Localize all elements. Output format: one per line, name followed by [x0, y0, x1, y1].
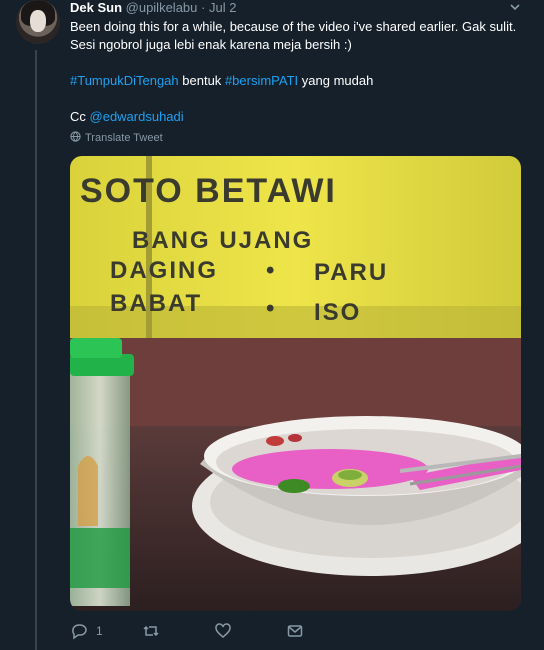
hashtag-bersimpati[interactable]: #bersimPATI [225, 73, 298, 88]
tweet-line-2: Sesi ngobrol juga lebi enak karena meja … [70, 37, 352, 52]
sign-bang-ujang: BANG UJANG [132, 227, 313, 254]
cc-prefix: Cc [70, 109, 86, 124]
photo-illustration: SOTO BETAWI BANG UJANG DAGING • PARU BAB… [70, 156, 521, 611]
mention-edwardsuhadi[interactable]: @edwardsuhadi [90, 109, 184, 124]
sign-soto-betawi: SOTO BETAWI [80, 172, 337, 210]
author-name[interactable]: Dek Sun [70, 0, 122, 15]
heart-icon [214, 622, 232, 640]
tweet-cc-line: Cc @edwardsuhadi [70, 108, 530, 126]
tweet-line-1: Been doing this for a while, because of … [70, 19, 517, 34]
retweet-icon [142, 622, 160, 640]
sign-dot-1: • [266, 257, 276, 284]
meta-separator: · [201, 0, 206, 15]
sign-dot-2: • [266, 295, 276, 322]
author-handle[interactable]: @upilkelabu [126, 0, 198, 15]
hashtag-tumpukditengah[interactable]: #TumpukDiTengah [70, 73, 179, 88]
sign-iso: ISO [314, 299, 361, 326]
retweet-button[interactable] [142, 622, 168, 640]
tweet-hashtag-line: #TumpukDiTengah bentuk #bersimPATI yang … [70, 72, 530, 90]
tweet-photo[interactable]: SOTO BETAWI BANG UJANG DAGING • PARU BAB… [70, 156, 521, 611]
sign-paru: PARU [314, 259, 388, 286]
globe-icon [70, 131, 81, 145]
tweet-header: Dek Sun @upilkelabu · Jul 2 [70, 0, 236, 16]
tweet-date[interactable]: Jul 2 [209, 0, 236, 15]
reply-count: 1 [96, 624, 103, 638]
translate-tweet-link[interactable]: Translate Tweet [70, 131, 163, 145]
thread-line [35, 50, 37, 650]
translate-label: Translate Tweet [85, 132, 163, 144]
word-yang-mudah: yang mudah [301, 73, 374, 88]
reply-icon [70, 622, 88, 640]
tweet-text: Been doing this for a while, because of … [70, 18, 530, 126]
jar [70, 338, 134, 606]
avatar[interactable] [16, 0, 60, 44]
share-button[interactable] [286, 622, 304, 640]
mail-icon [286, 622, 304, 640]
word-bentuk: bentuk [182, 73, 222, 88]
sign-babat: BABAT [110, 290, 202, 317]
plate-and-bowl [192, 416, 521, 576]
like-button[interactable] [214, 622, 240, 640]
tweet-actions: 1 [70, 622, 530, 644]
sign-daging: DAGING [110, 257, 218, 284]
reply-button[interactable]: 1 [70, 622, 103, 640]
avatar-face [30, 10, 46, 32]
chevron-down-icon[interactable] [508, 0, 522, 14]
